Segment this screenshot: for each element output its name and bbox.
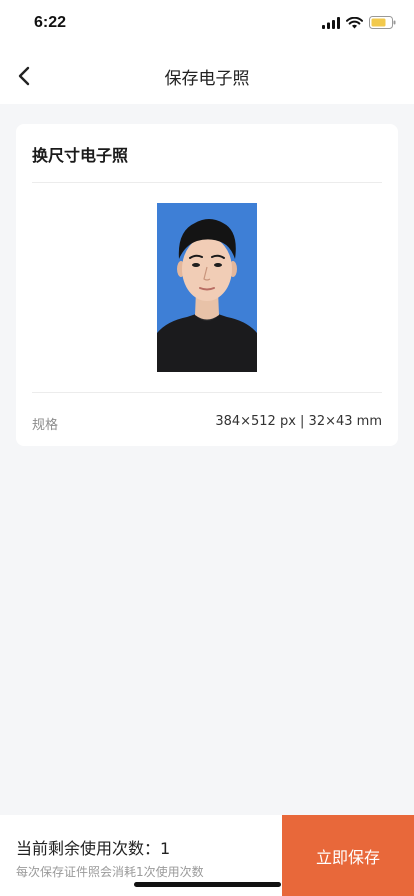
save-now-button[interactable]: 立即保存 [282, 815, 414, 896]
divider [32, 392, 382, 393]
signal-icon [322, 16, 340, 29]
status-time: 6:22 [34, 14, 67, 31]
battery-icon [369, 16, 396, 29]
wifi-icon [346, 16, 363, 28]
page-title: 保存电子照 [164, 69, 250, 89]
consume-note: 每次保存证件照会消耗1次使用次数 [16, 865, 204, 879]
id-photo [157, 203, 257, 372]
spec-label: 规格 [32, 418, 59, 433]
spec-value: 384×512 px | 32×43 mm [215, 414, 382, 429]
portrait-image [157, 203, 257, 372]
nav-bar: 保存电子照 [0, 48, 414, 104]
card-title: 换尺寸电子照 [32, 146, 129, 165]
home-indicator [134, 882, 281, 887]
status-icons [322, 16, 396, 29]
divider [32, 182, 382, 183]
photo-card: 换尺寸电子照 规格 384×512 px | 32×43 mm [16, 124, 398, 446]
remaining-uses-text: 当前剩余使用次数：1 [16, 839, 171, 858]
status-bar: 6:22 [0, 0, 414, 48]
